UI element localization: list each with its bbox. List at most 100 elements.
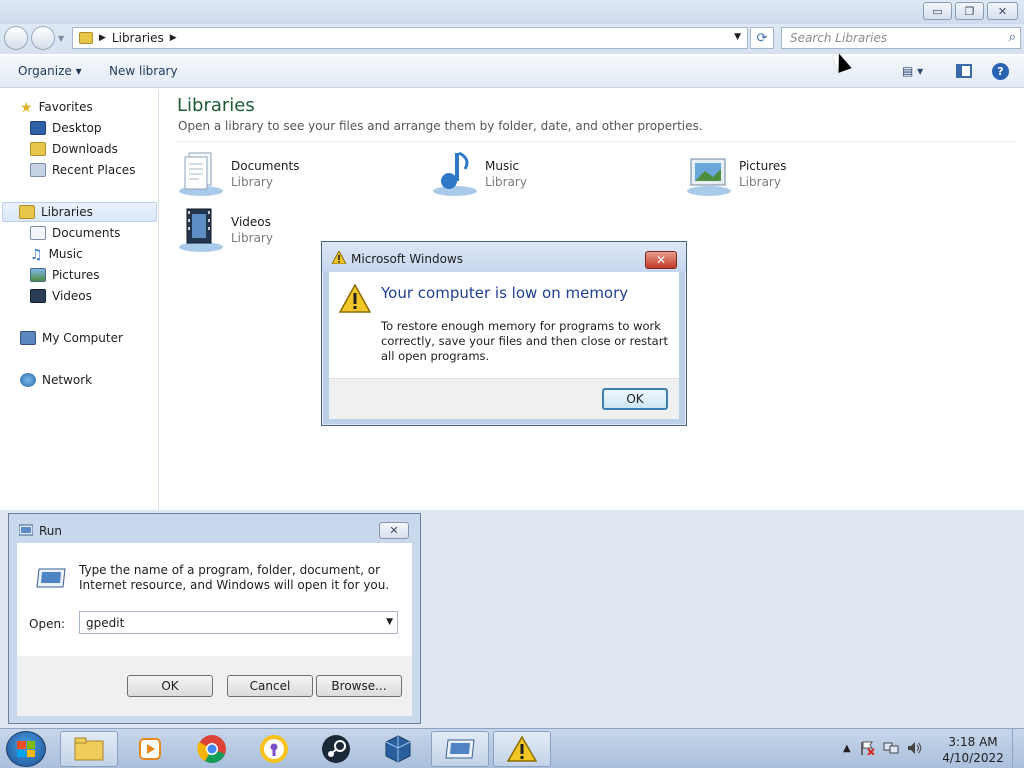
run-titlebar[interactable]: Run ✕: [9, 514, 420, 543]
run-body: Type the name of a program, folder, docu…: [17, 543, 412, 656]
address-dropdown-icon[interactable]: ▼: [734, 32, 741, 42]
run-dialog: Run ✕ Type the name of a program, folder…: [8, 513, 421, 724]
search-input[interactable]: Search Libraries ⌕: [781, 27, 1021, 49]
divider: [175, 141, 1015, 142]
start-button[interactable]: [6, 731, 46, 767]
close-button[interactable]: ✕: [987, 2, 1018, 20]
show-hidden-icons-icon[interactable]: ▲: [843, 743, 851, 754]
open-label: Open:: [29, 617, 66, 631]
taskbar-warning[interactable]: [493, 731, 551, 767]
taskbar-run[interactable]: [431, 731, 489, 767]
open-dropdown-icon[interactable]: ▼: [386, 617, 393, 627]
volume-icon[interactable]: [907, 741, 923, 755]
ok-button[interactable]: OK: [602, 388, 668, 410]
virtualbox-icon: [385, 735, 411, 763]
open-input[interactable]: gpedit ▼: [79, 611, 398, 634]
help-icon[interactable]: ?: [992, 63, 1009, 80]
library-pictures[interactable]: Pictures Library: [685, 149, 925, 201]
documents-library-icon: [179, 152, 223, 196]
nav-favorites[interactable]: ★ Favorites: [20, 97, 93, 117]
new-library-button[interactable]: New library: [109, 64, 178, 78]
recent-pages-chevron-icon[interactable]: ▼: [58, 34, 64, 43]
breadcrumb-libraries[interactable]: Libraries: [112, 31, 164, 45]
run-title: Run: [39, 524, 63, 538]
back-button[interactable]: [4, 26, 28, 50]
nav-music[interactable]: ♫ Music: [30, 244, 83, 264]
nav-desktop[interactable]: Desktop: [30, 118, 102, 138]
preview-pane-icon[interactable]: [956, 64, 972, 78]
command-bar: Organize ▾ New library ▤ ▾ ?: [0, 56, 1024, 88]
dialog-message: To restore enough memory for programs to…: [381, 319, 668, 363]
run-footer: OK Cancel Browse...: [17, 656, 412, 716]
nav-network[interactable]: Network: [20, 370, 92, 390]
clock-time: 3:18 AM: [948, 735, 998, 749]
library-name: Pictures: [739, 159, 787, 173]
breadcrumb-chevron-icon[interactable]: ▶: [170, 33, 177, 43]
lock-shield-icon: [260, 735, 288, 763]
address-bar[interactable]: ▶ Libraries ▶ ▼: [72, 27, 748, 49]
music-icon: ♫: [30, 247, 43, 263]
steam-icon: [322, 735, 350, 763]
downloads-folder-icon: [30, 142, 46, 156]
organize-button[interactable]: Organize ▾: [18, 64, 82, 78]
dialog-titlebar[interactable]: Microsoft Windows ✕: [322, 242, 686, 272]
windows-logo-icon: [17, 741, 35, 757]
run-ok-button[interactable]: OK: [127, 675, 213, 697]
nav-my-computer[interactable]: My Computer: [20, 328, 123, 348]
run-close-button[interactable]: ✕: [379, 522, 409, 539]
run-cancel-button[interactable]: Cancel: [227, 675, 313, 697]
change-view-button[interactable]: ▤ ▾: [902, 64, 923, 78]
recent-places-icon: [30, 163, 46, 177]
nav-recent-places[interactable]: Recent Places: [30, 160, 135, 180]
taskbar-chrome[interactable]: [183, 731, 241, 767]
open-input-value: gpedit: [86, 615, 125, 630]
show-desktop-button[interactable]: [1012, 729, 1024, 768]
search-icon[interactable]: ⌕: [1009, 30, 1016, 45]
forward-button[interactable]: [31, 26, 55, 50]
refresh-button[interactable]: ⟳: [750, 27, 774, 49]
library-music[interactable]: Music Library: [431, 149, 671, 201]
library-type: Library: [739, 175, 781, 189]
run-description: Type the name of a program, folder, docu…: [79, 563, 390, 592]
run-program-icon: [36, 568, 66, 588]
nav-pictures[interactable]: Pictures: [30, 265, 100, 285]
taskbar-steam[interactable]: [307, 731, 365, 767]
network-tray-icon[interactable]: [883, 741, 899, 755]
taskbar-explorer[interactable]: [60, 731, 118, 767]
maximize-button[interactable]: ❐: [955, 2, 984, 20]
clock[interactable]: 3:18 AM 4/10/2022: [936, 734, 1010, 766]
page-title: Libraries: [177, 95, 255, 116]
breadcrumb-chevron-icon[interactable]: ▶: [99, 33, 106, 43]
navigation-pane: ★ Favorites Desktop Downloads Recent Pla…: [0, 89, 159, 510]
run-program-icon: [445, 739, 475, 759]
pictures-icon: [30, 268, 46, 282]
nav-downloads[interactable]: Downloads: [30, 139, 118, 159]
page-description: Open a library to see your files and arr…: [178, 119, 703, 133]
library-documents[interactable]: Documents Library: [177, 149, 417, 201]
taskbar-virtualbox[interactable]: [369, 731, 427, 767]
action-center-flag-icon[interactable]: [859, 741, 875, 755]
star-icon: ★: [20, 100, 33, 116]
warning-icon: [339, 284, 371, 313]
taskbar-media-player[interactable]: [121, 731, 179, 767]
library-type: Library: [485, 175, 527, 189]
nav-libraries[interactable]: Libraries: [2, 202, 157, 222]
explorer-titlebar[interactable]: ▭ ❐ ✕: [0, 0, 1024, 24]
music-library-icon: [433, 151, 477, 196]
dialog-close-button[interactable]: ✕: [645, 251, 677, 269]
folder-icon: [74, 737, 104, 761]
nav-videos[interactable]: Videos: [30, 286, 92, 306]
taskbar: ▲ 3:18 AM 4/10/2022: [0, 728, 1024, 768]
media-player-icon: [139, 738, 161, 760]
minimize-button[interactable]: ▭: [923, 2, 952, 20]
nav-documents[interactable]: Documents: [30, 223, 120, 243]
run-icon: [19, 524, 33, 536]
chrome-icon: [197, 735, 226, 763]
taskbar-vpn-app[interactable]: [245, 731, 303, 767]
network-icon: [20, 373, 36, 387]
desktop-icon: [30, 121, 46, 135]
run-browse-button[interactable]: Browse...: [316, 675, 402, 697]
dialog-heading: Your computer is low on memory: [381, 284, 629, 302]
clock-date: 4/10/2022: [942, 751, 1004, 765]
library-name: Documents: [231, 159, 300, 173]
